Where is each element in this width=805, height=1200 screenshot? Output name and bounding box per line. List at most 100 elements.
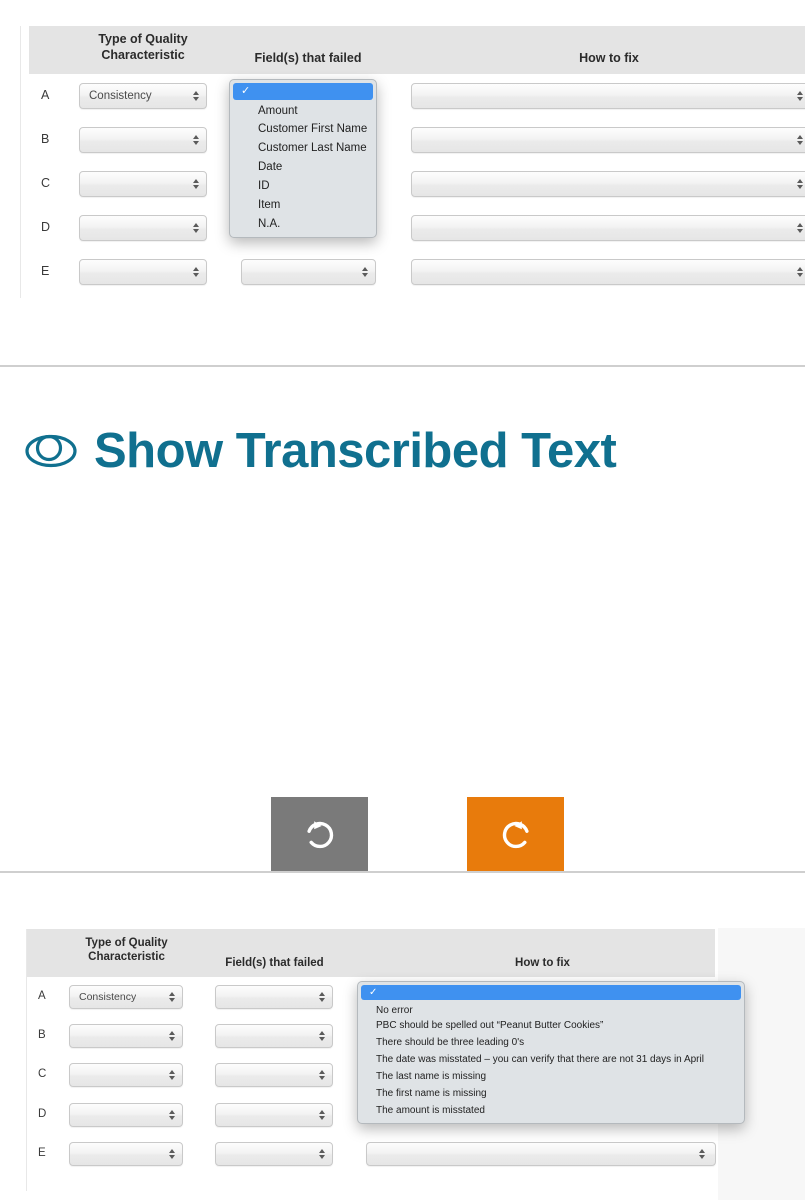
top-dropdown-option-3-label: Customer Last Name (258, 141, 367, 154)
top-dropdown-option-6[interactable]: Item (230, 195, 376, 214)
top-select-fix-e[interactable] (411, 259, 805, 285)
bottom-dropdown-option-0[interactable]: ✓ (361, 985, 741, 1000)
section-divider-top (0, 365, 805, 367)
bottom-dropdown-option-3[interactable]: There should be three leading 0's (358, 1034, 744, 1051)
stepper-arrows-icon (797, 267, 803, 277)
bottom-row-label-e: E (38, 1147, 46, 1159)
stepper-arrows-icon (169, 1070, 175, 1080)
checkmark-icon: ✓ (369, 986, 378, 998)
top-select-fix-a[interactable] (411, 83, 805, 109)
bottom-select-field-d[interactable] (215, 1103, 333, 1127)
top-dropdown-option-0[interactable]: ✓ (233, 83, 373, 100)
bottom-dropdown-option-4-label: The date was misstated – you can verify … (376, 1054, 704, 1065)
bottom-dropdown-option-1-label: No error (376, 1004, 413, 1016)
top-dropdown-option-7-label: N.A. (258, 217, 281, 230)
bottom-select-field-e[interactable] (215, 1142, 333, 1166)
top-row-label-b: B (41, 132, 50, 146)
bottom-select-field-c[interactable] (215, 1063, 333, 1087)
stepper-arrows-icon (319, 1149, 325, 1159)
stepper-arrows-icon (169, 1110, 175, 1120)
top-select-quality-a[interactable]: Consistency (79, 83, 207, 109)
top-table-left-border (20, 26, 21, 298)
top-dropdown-option-6-label: Item (258, 198, 281, 211)
bottom-fix-dropdown-popup[interactable]: ✓ No error PBC should be spelled out “Pe… (357, 981, 745, 1124)
top-select-quality-d[interactable] (79, 215, 207, 241)
top-select-fix-d[interactable] (411, 215, 805, 241)
top-header-how-to-fix: How to fix (579, 51, 639, 65)
bottom-header-quality-line2: Characteristic (88, 951, 165, 964)
bottom-row-label-d: D (38, 1108, 47, 1120)
rotate-counterclockwise-icon (301, 816, 339, 854)
bottom-select-quality-e[interactable] (69, 1142, 183, 1166)
bottom-dropdown-option-5[interactable]: The last name is missing (358, 1068, 744, 1085)
top-dropdown-option-3[interactable]: Customer Last Name (230, 138, 376, 157)
top-dropdown-option-5-label: ID (258, 179, 270, 192)
bottom-dropdown-option-7[interactable]: The amount is misstated (358, 1102, 744, 1119)
bottom-dropdown-option-7-label: The amount is misstated (376, 1105, 485, 1116)
bottom-header-fields-that-failed: Field(s) that failed (225, 957, 324, 969)
stepper-arrows-icon (319, 992, 325, 1002)
stepper-arrows-icon (169, 1149, 175, 1159)
bottom-row-label-c: C (38, 1068, 47, 1080)
bottom-select-field-a[interactable] (215, 985, 333, 1009)
top-dropdown-option-1[interactable]: Amount (230, 100, 376, 119)
top-header-quality-characteristic: Type of Quality Characteristic (78, 32, 208, 63)
stepper-arrows-icon (319, 1070, 325, 1080)
top-select-quality-b[interactable] (79, 127, 207, 153)
stepper-arrows-icon (797, 223, 803, 233)
top-select-field-e[interactable] (241, 259, 376, 285)
top-field-dropdown-popup[interactable]: ✓ Amount Customer First Name Customer La… (229, 79, 377, 238)
top-select-fix-b[interactable] (411, 127, 805, 153)
bottom-select-quality-b[interactable] (69, 1024, 183, 1048)
stepper-arrows-icon (193, 135, 199, 145)
top-row-label-a: A (41, 88, 50, 102)
bottom-header-quality-characteristic: Type of Quality Characteristic (64, 936, 189, 965)
bottom-dropdown-option-2-label: PBC should be spelled out “Peanut Butter… (376, 1020, 604, 1031)
page-root: Type of Quality Characteristic Field(s) … (0, 0, 805, 1200)
bottom-dropdown-option-6[interactable]: The first name is missing (358, 1085, 744, 1102)
bottom-select-fix-e[interactable] (366, 1142, 716, 1166)
bottom-row-label-b: B (38, 1029, 46, 1041)
stepper-arrows-icon (319, 1110, 325, 1120)
bottom-select-quality-a[interactable]: Consistency (69, 985, 183, 1009)
bottom-select-quality-d[interactable] (69, 1103, 183, 1127)
top-dropdown-option-4[interactable]: Date (230, 157, 376, 176)
bottom-dropdown-option-2[interactable]: PBC should be spelled out “Peanut Butter… (358, 1017, 744, 1034)
bottom-select-quality-c[interactable] (69, 1063, 183, 1087)
top-select-quality-e[interactable] (79, 259, 207, 285)
bottom-select-field-b[interactable] (215, 1024, 333, 1048)
top-select-fix-c[interactable] (411, 171, 805, 197)
checkmark-icon: ✓ (241, 85, 251, 97)
stepper-arrows-icon (797, 179, 803, 189)
top-select-quality-c[interactable] (79, 171, 207, 197)
show-transcribed-text-control[interactable]: Show Transcribed Text (24, 420, 617, 485)
top-row-label-d: D (41, 220, 51, 234)
top-dropdown-option-2[interactable]: Customer First Name (230, 119, 376, 138)
bottom-header-how-to-fix: How to fix (515, 957, 570, 969)
top-row-label-c: C (41, 176, 51, 190)
stepper-arrows-icon (699, 1149, 705, 1159)
undo-button[interactable] (271, 797, 368, 872)
bottom-dropdown-option-1[interactable]: No error (358, 1000, 744, 1017)
stepper-arrows-icon (193, 91, 199, 101)
bottom-dropdown-option-4[interactable]: The date was misstated – you can verify … (358, 1051, 744, 1068)
bottom-dropdown-option-5-label: The last name is missing (376, 1071, 487, 1082)
bottom-header-quality-line1: Type of Quality (85, 937, 168, 949)
bottom-dropdown-option-3-label: There should be three leading 0's (376, 1037, 525, 1048)
stepper-arrows-icon (362, 267, 368, 277)
top-dropdown-option-7[interactable]: N.A. (230, 214, 376, 233)
stepper-arrows-icon (169, 992, 175, 1002)
top-select-quality-a-value: Consistency (89, 90, 152, 102)
top-row-label-e: E (41, 264, 50, 278)
stepper-arrows-icon (169, 1031, 175, 1041)
rotate-clockwise-icon (497, 816, 535, 854)
top-header-quality-line2: Characteristic (101, 47, 185, 62)
show-transcribed-text-label: Show Transcribed Text (94, 423, 617, 478)
eye-icon (24, 420, 82, 485)
section-divider-bottom (0, 871, 805, 873)
redo-button[interactable] (467, 797, 564, 872)
top-header-quality-line1: Type of Quality (98, 32, 188, 46)
top-dropdown-option-5[interactable]: ID (230, 176, 376, 195)
top-dropdown-option-2-label: Customer First Name (258, 122, 368, 135)
stepper-arrows-icon (797, 91, 803, 101)
